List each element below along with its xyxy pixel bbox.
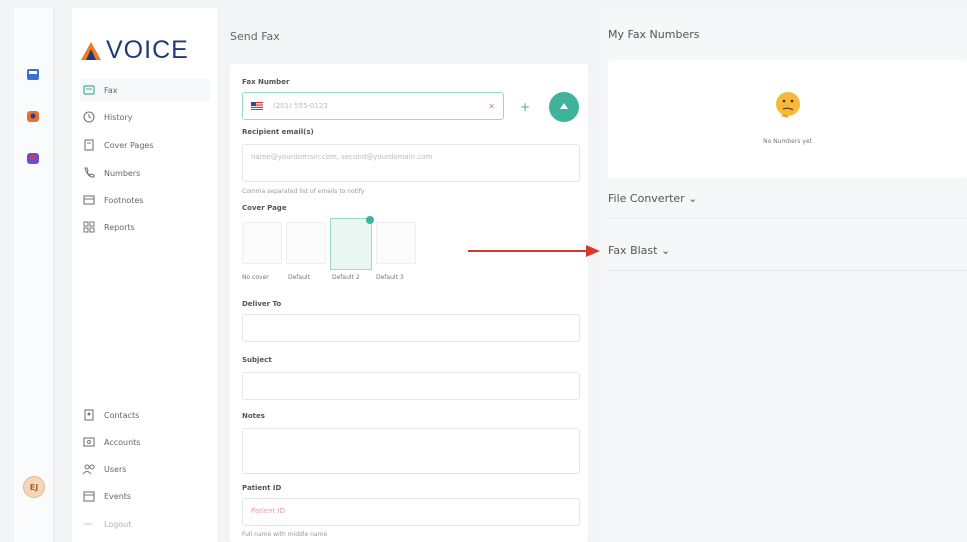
reports-icon — [83, 221, 95, 233]
deliver-to-field[interactable] — [242, 314, 580, 342]
sidebar-item-label: Logout — [104, 519, 132, 529]
logout-icon — [84, 523, 92, 525]
sidebar-item-label: Cover Pages — [104, 140, 154, 150]
notes-field[interactable] — [242, 428, 580, 474]
page-title: Send Fax — [230, 30, 280, 43]
cover-option-label: Default — [288, 274, 310, 281]
sidebar-item-reports[interactable]: Reports — [80, 216, 210, 238]
cover-option-label: No cover — [242, 274, 269, 281]
sidebar-item-label: History — [104, 112, 133, 122]
cover-pages-icon — [84, 139, 94, 151]
sidebar-item-label: Users — [104, 464, 127, 474]
sidebar-item-accounts[interactable]: Accounts — [80, 431, 210, 453]
sidebar-item-logout[interactable]: Logout — [80, 513, 210, 535]
cover-option-label: Default 3 — [376, 274, 404, 281]
patient-hint: Full name with middle name — [242, 531, 328, 538]
sidebar-item-fax[interactable]: Fax — [80, 79, 210, 101]
fax-number-placeholder: (201) 555-0123 — [273, 102, 328, 110]
thinking-face-icon — [776, 92, 800, 118]
cover-option-default-2[interactable] — [330, 216, 374, 270]
voice-app-icon[interactable] — [25, 108, 41, 124]
send-icon — [560, 103, 568, 109]
file-converter-toggle[interactable]: File Converter ⌄ — [608, 192, 697, 205]
cover-page-options: No cover Default Default 2 Default 3 — [242, 216, 432, 286]
subject-label: Subject — [242, 356, 272, 364]
logo-triangle-icon — [81, 41, 101, 60]
phone-icon — [84, 167, 95, 178]
fax-icon — [83, 85, 95, 95]
my-fax-numbers-card: No Numbers yet — [608, 60, 967, 178]
my-fax-numbers-title: My Fax Numbers — [608, 28, 700, 41]
user-avatar[interactable]: EJ — [23, 476, 45, 498]
cover-page-label: Cover Page — [242, 204, 287, 212]
fax-number-input[interactable]: (201) 555-0123 ✕ — [242, 92, 504, 120]
notes-label: Notes — [242, 412, 265, 420]
clear-icon[interactable]: ✕ — [488, 102, 495, 111]
fax-app-icon[interactable] — [25, 66, 41, 82]
sidebar: VOICE Fax History Cover Pages Numbers Fo… — [72, 8, 217, 542]
sidebar-item-numbers[interactable]: Numbers — [80, 162, 210, 184]
sidebar-item-contacts[interactable]: Contacts — [80, 404, 210, 426]
send-fax-panel: Send Fax Fax Number (201) 555-0123 ✕ + R… — [226, 8, 592, 542]
deliver-to-label: Deliver To — [242, 300, 282, 308]
subject-field[interactable] — [242, 372, 580, 400]
divider — [608, 270, 967, 271]
users-icon — [82, 464, 95, 475]
right-panel: My Fax Numbers No Numbers yet File Conve… — [600, 8, 967, 542]
logo-text: VOICE — [106, 36, 189, 64]
contacts-icon — [84, 409, 94, 421]
fax-blast-toggle[interactable]: Fax Blast ⌄ — [608, 244, 670, 257]
footnotes-icon — [83, 195, 95, 205]
history-icon — [83, 111, 95, 123]
add-number-icon[interactable]: + — [520, 100, 530, 114]
fax-number-label: Fax Number — [242, 78, 290, 86]
messages-app-icon[interactable] — [25, 150, 41, 166]
recipient-email-field[interactable]: name@yourdomain.com, second@yourdomain.c… — [242, 144, 580, 182]
sidebar-item-label: Reports — [104, 222, 135, 232]
sidebar-item-history[interactable]: History — [80, 106, 210, 128]
selected-check-icon — [366, 216, 374, 224]
sidebar-item-label: Accounts — [104, 437, 141, 447]
cover-option-default-3[interactable] — [376, 222, 416, 264]
red-arrow-annotation — [468, 245, 600, 257]
no-numbers-text: No Numbers yet — [763, 138, 812, 145]
accounts-icon — [83, 437, 95, 447]
us-flag-icon — [251, 102, 263, 110]
sidebar-item-label: Footnotes — [104, 195, 144, 205]
sidebar-item-events[interactable]: Events — [80, 485, 210, 507]
cover-option-label: Default 2 — [332, 274, 360, 281]
sidebar-item-label: Contacts — [104, 410, 140, 420]
cover-option-none[interactable] — [242, 222, 282, 264]
send-fax-form: Fax Number (201) 555-0123 ✕ + Recipient … — [230, 64, 588, 542]
voice-logo[interactable]: VOICE — [80, 36, 189, 65]
cover-option-default[interactable] — [286, 222, 326, 264]
sidebar-item-label: Fax — [104, 85, 118, 95]
sidebar-item-users[interactable]: Users — [80, 458, 210, 480]
sidebar-item-footnotes[interactable]: Footnotes — [80, 189, 210, 211]
patient-id-label: Patient ID — [242, 484, 282, 492]
patient-id-field[interactable]: Patient ID — [242, 498, 580, 526]
sidebar-item-cover-pages[interactable]: Cover Pages — [80, 134, 210, 156]
recipient-label: Recipient email(s) — [242, 128, 314, 136]
recipient-hint: Comma separated list of emails to notify — [242, 188, 365, 195]
divider — [608, 218, 967, 219]
sidebar-item-label: Numbers — [104, 168, 141, 178]
sidebar-item-label: Events — [104, 491, 132, 501]
events-icon — [83, 491, 95, 502]
send-fax-button[interactable] — [549, 92, 579, 122]
app-rail: EJ — [14, 8, 54, 542]
